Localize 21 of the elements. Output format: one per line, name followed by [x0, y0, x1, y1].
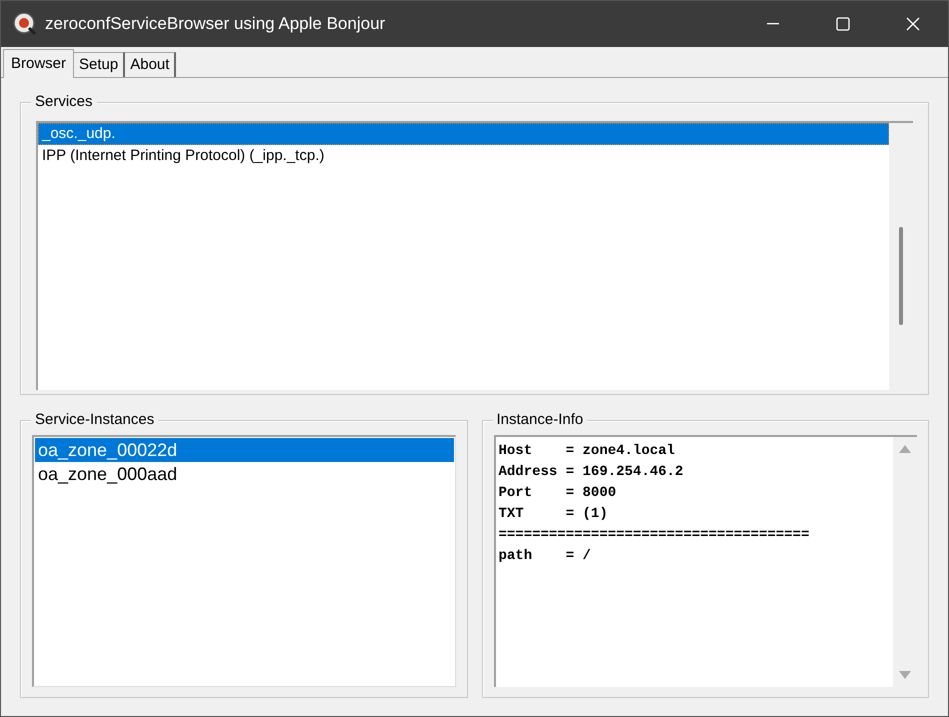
info-line: Address = 169.254.46.2 — [498, 463, 684, 482]
tab[interactable]: Setup — [74, 52, 126, 77]
instance-item[interactable]: oa_zone_00022d — [35, 438, 454, 462]
service-item[interactable]: IPP (Internet Printing Protocol) (_ipp._tcp.) — [38, 145, 889, 167]
tab[interactable]: Browser — [3, 49, 74, 78]
info-line: ===================================== — [498, 526, 810, 545]
service-item[interactable]: _osc._udp. — [38, 123, 889, 145]
close-icon — [906, 17, 920, 31]
app-icon — [13, 12, 37, 36]
minimize-icon — [767, 23, 779, 25]
scrollbar-thumb[interactable] — [899, 227, 903, 325]
info-line: path = / — [498, 547, 592, 566]
info-line: Host = zone4.local — [498, 442, 676, 461]
scroll-up-icon[interactable] — [899, 445, 911, 453]
scroll-down-icon[interactable] — [899, 671, 911, 679]
tab[interactable]: About — [125, 52, 176, 77]
maximize-icon — [836, 17, 850, 31]
info-line: Port = 8000 — [498, 484, 618, 503]
info-line: TXT = (1) — [498, 505, 609, 524]
instance-item[interactable]: oa_zone_000aad — [35, 462, 454, 486]
window-title: zeroconfServiceBrowser using Apple Bonjour — [45, 13, 386, 36]
